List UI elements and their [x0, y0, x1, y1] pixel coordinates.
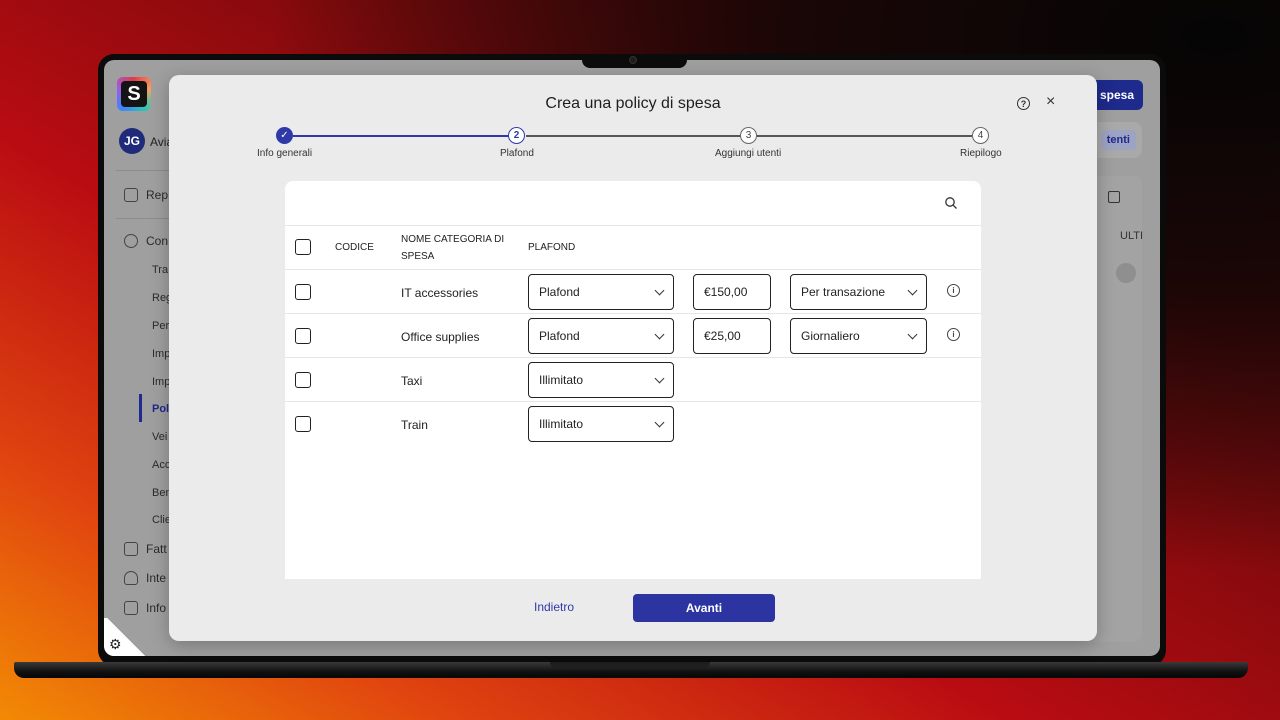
step-4-label: Riepilogo — [960, 148, 1002, 159]
step-2-label: Plafond — [500, 148, 534, 159]
app-logo[interactable]: S — [117, 77, 151, 111]
plafond-type-select[interactable]: Plafond — [528, 274, 674, 310]
stepper-line-done — [293, 135, 517, 137]
report-icon — [124, 188, 138, 202]
sidebar-item-label: Info — [146, 601, 167, 615]
step-4-indicator[interactable]: 4 — [972, 127, 989, 144]
column-header-name-line2: SPESA — [401, 251, 435, 262]
chevron-down-icon — [654, 329, 665, 339]
select-value: Illimitato — [539, 373, 584, 387]
row-category-name: Office supplies — [401, 330, 480, 344]
help-icon[interactable]: ? — [1017, 97, 1030, 110]
row-category-name: Train — [401, 418, 428, 432]
frequency-select[interactable]: Giornaliero — [790, 318, 927, 354]
sidebar-item-label: Con — [146, 234, 169, 248]
modal-title: Crea una policy di spesa — [545, 95, 721, 112]
chevron-down-icon — [654, 285, 665, 295]
chevron-down-icon — [907, 285, 918, 295]
plafond-type-select[interactable]: Illimitato — [528, 362, 674, 398]
chevron-down-icon — [654, 373, 665, 383]
sidebar-subitem[interactable]: Acc — [152, 459, 170, 471]
column-header-code: CODICE — [335, 242, 374, 253]
plug-icon — [124, 571, 138, 585]
user-icon — [1116, 263, 1136, 283]
sidebar-item-label: Rep — [146, 188, 169, 202]
table-header: ULTI — [1120, 230, 1144, 242]
row-category-name: Taxi — [401, 374, 423, 388]
create-policy-modal: Crea una policy di spesa ? × ✓ Info gene… — [169, 75, 1097, 641]
select-all-checkbox[interactable] — [295, 239, 311, 255]
avatar[interactable]: JG — [119, 128, 145, 154]
sidebar-item-integrations[interactable]: Inte — [124, 571, 166, 585]
background-table-card — [1094, 176, 1142, 642]
table-divider — [285, 401, 981, 402]
category-table-card: CODICE NOME CATEGORIA DI SPESA PLAFOND I… — [285, 181, 981, 579]
back-button[interactable]: Indietro — [524, 600, 584, 614]
step-3-indicator[interactable]: 3 — [740, 127, 757, 144]
users-tab-container: tenti — [1094, 122, 1142, 158]
sidebar-item-reports[interactable]: Rep — [124, 188, 168, 202]
sidebar-item-label: Fatt — [146, 542, 167, 556]
logo-letter: S — [121, 81, 147, 107]
building-icon — [124, 601, 138, 615]
sidebar-active-indicator — [139, 394, 142, 422]
plafond-type-select[interactable]: Illimitato — [528, 406, 674, 442]
select-value: Per transazione — [801, 285, 886, 299]
row-checkbox[interactable] — [295, 328, 311, 344]
table-divider — [285, 225, 981, 226]
plafond-type-select[interactable]: Plafond — [528, 318, 674, 354]
sidebar-subitem[interactable]: Per — [152, 320, 169, 332]
step-1-label: Info generali — [257, 148, 313, 159]
row-checkbox[interactable] — [295, 372, 311, 388]
stepper-line — [757, 135, 972, 137]
sidebar-subitem[interactable]: Imp — [152, 348, 170, 360]
sidebar-subitem[interactable]: Imp — [152, 376, 170, 388]
column-header-name: NOME CATEGORIA DI SPESA — [401, 231, 504, 265]
close-icon[interactable]: × — [1046, 94, 1055, 110]
columns-icon[interactable] — [1108, 191, 1120, 203]
select-value: Giornaliero — [801, 329, 860, 343]
frequency-select[interactable]: Per transazione — [790, 274, 927, 310]
amount-input[interactable]: €25,00 — [693, 318, 771, 354]
row-checkbox[interactable] — [295, 284, 311, 300]
sidebar-subitem-active[interactable]: Pol — [152, 403, 169, 415]
step-1-check-icon[interactable]: ✓ — [276, 127, 293, 144]
chevron-down-icon — [907, 329, 918, 339]
sidebar-item-label: Inte — [146, 571, 167, 585]
column-header-name-line1: NOME CATEGORIA DI — [401, 234, 505, 245]
users-tab[interactable]: tenti — [1100, 130, 1136, 150]
stepper-line — [526, 135, 741, 137]
gear-icon[interactable]: ⚙ — [109, 636, 122, 653]
next-button[interactable]: Avanti — [633, 594, 775, 622]
sidebar-item-settings[interactable]: Con — [124, 234, 168, 248]
sidebar-subitem[interactable]: Tra — [152, 264, 168, 276]
table-divider — [285, 269, 981, 270]
info-icon[interactable]: i — [947, 328, 960, 341]
invoice-icon — [124, 542, 138, 556]
step-2-indicator[interactable]: 2 — [508, 127, 525, 144]
table-divider — [285, 313, 981, 314]
select-value: Illimitato — [539, 417, 584, 431]
select-value: Plafond — [539, 329, 580, 343]
search-icon[interactable] — [944, 196, 958, 210]
gear-icon — [124, 234, 138, 248]
info-icon[interactable]: i — [947, 284, 960, 297]
step-3-label: Aggiungi utenti — [715, 148, 782, 159]
sidebar-subitem[interactable]: Vei — [152, 431, 167, 443]
sidebar-item-invoices[interactable]: Fatt — [124, 542, 167, 556]
sidebar-item-info[interactable]: Info — [124, 601, 166, 615]
column-header-plafond: PLAFOND — [528, 242, 576, 253]
amount-input[interactable]: €150,00 — [693, 274, 771, 310]
chevron-down-icon — [654, 417, 665, 427]
row-checkbox[interactable] — [295, 416, 311, 432]
new-expense-button[interactable]: spesa — [1091, 80, 1143, 110]
laptop-base-groove — [550, 662, 710, 669]
select-value: Plafond — [539, 285, 580, 299]
row-category-name: IT accessories — [401, 286, 479, 300]
table-divider — [285, 357, 981, 358]
camera-icon — [629, 56, 637, 64]
